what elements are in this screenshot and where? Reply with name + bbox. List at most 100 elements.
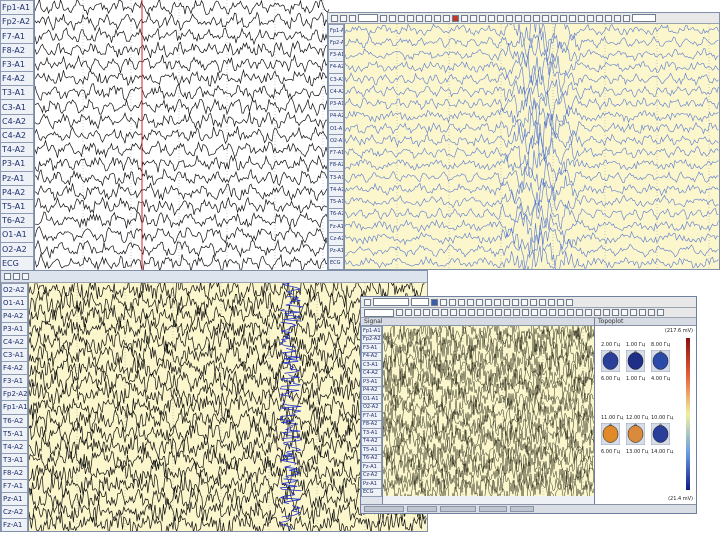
toolbar-button[interactable] (603, 309, 610, 316)
toolbar-field[interactable] (358, 14, 378, 22)
channel-label[interactable]: Pz-A1 (0, 170, 34, 186)
toolbar-button[interactable] (331, 14, 338, 22)
toolbar-button[interactable] (630, 309, 637, 316)
channel-label[interactable]: Fp1-A1 (328, 24, 344, 38)
channel-label[interactable]: T5-A1 (0, 198, 34, 215)
channel-label[interactable]: P3-A1 (0, 156, 34, 172)
channel-label[interactable]: ECG (328, 256, 344, 269)
toolbar-field[interactable] (364, 308, 394, 317)
toolbar-button[interactable] (349, 14, 356, 22)
channel-label[interactable]: O1-A1 (0, 227, 34, 243)
toolbar-button[interactable] (596, 14, 603, 22)
channel-label[interactable]: F3-A1 (0, 56, 34, 73)
toolbar-button[interactable] (657, 309, 664, 316)
toolbar-button[interactable] (542, 14, 549, 22)
toolbar-field[interactable] (373, 298, 409, 306)
status-tab[interactable] (479, 506, 507, 512)
channel-label[interactable]: O1-A1 (1, 296, 28, 311)
toolbar-button[interactable] (495, 309, 502, 316)
channel-label[interactable]: O2-A2 (0, 241, 34, 257)
channel-label[interactable]: T4-A2 (1, 439, 28, 454)
toolbar-button[interactable] (396, 309, 403, 316)
channel-label[interactable]: Fp1-A1 (0, 0, 34, 16)
head-topomap-icon[interactable] (650, 422, 671, 446)
channel-label[interactable]: P4-A2 (0, 184, 34, 200)
toolbar-button[interactable] (461, 14, 468, 22)
toolbar-button[interactable] (504, 309, 511, 316)
toolbar-button[interactable] (621, 309, 628, 316)
channel-label[interactable]: C4-A2 (1, 335, 28, 350)
status-tab[interactable] (440, 506, 476, 512)
toolbar-button[interactable] (468, 309, 475, 316)
channel-label[interactable]: Fp1-A1 (1, 400, 28, 415)
toolbar-button[interactable] (551, 14, 558, 22)
toolbar-button[interactable] (513, 309, 520, 316)
toolbar-button[interactable] (503, 298, 510, 306)
toolbar-button[interactable] (522, 309, 529, 316)
toolbar-button[interactable] (578, 14, 585, 22)
toolbar-button[interactable] (459, 309, 466, 316)
channel-label[interactable]: Fp2-A2 (0, 14, 34, 30)
toolbar-button[interactable] (485, 298, 492, 306)
toolbar-button[interactable] (477, 309, 484, 316)
toolbar-button[interactable] (4, 273, 11, 280)
status-tab[interactable] (407, 506, 437, 512)
toolbar-button[interactable] (521, 298, 528, 306)
channel-label[interactable]: C4-A2 (0, 127, 34, 144)
channel-label[interactable]: O2-A2 (1, 283, 28, 298)
channel-label[interactable]: ECG (0, 255, 34, 270)
channel-label[interactable]: F4-A2 (328, 60, 344, 74)
channel-label[interactable]: T6-A2 (0, 213, 34, 229)
toolbar-button[interactable] (434, 14, 441, 22)
head-topomap-icon[interactable] (625, 349, 646, 373)
channel-label[interactable]: F3-A1 (328, 48, 344, 62)
toolbar-button[interactable] (440, 298, 447, 306)
toolbar-button[interactable] (614, 14, 621, 22)
toolbar-button[interactable] (416, 14, 423, 22)
channel-label[interactable]: F8-A2 (328, 158, 344, 172)
toolbar-button[interactable] (488, 14, 495, 22)
channel-label[interactable]: T5-A1 (328, 195, 344, 209)
channel-label[interactable]: Fp2-A2 (328, 36, 344, 50)
channel-label[interactable]: Fp2-A2 (1, 387, 28, 402)
channel-label[interactable]: Fz-A1 (1, 517, 28, 531)
toolbar-button[interactable] (458, 298, 465, 306)
toolbar-button[interactable] (524, 14, 531, 22)
toolbar-button[interactable] (558, 309, 565, 316)
toolbar-button[interactable] (405, 309, 412, 316)
channel-label[interactable]: Pz-A1 (1, 491, 28, 506)
head-topomap-icon[interactable] (600, 349, 621, 373)
toolbar-button[interactable] (533, 14, 540, 22)
channel-label[interactable]: O1-A1 (328, 122, 344, 136)
head-topomap-icon[interactable] (650, 349, 671, 373)
status-tab[interactable] (510, 506, 534, 512)
record-button[interactable] (452, 14, 459, 22)
status-tab[interactable] (364, 506, 404, 512)
channel-label[interactable]: F7-A1 (1, 478, 28, 493)
toolbar-button[interactable] (515, 14, 522, 22)
toolbar-button[interactable] (364, 298, 371, 306)
toolbar-button[interactable] (432, 309, 439, 316)
toolbar-button[interactable] (530, 298, 537, 306)
channel-label[interactable]: F7-A1 (328, 146, 344, 160)
toolbar-button[interactable] (585, 309, 592, 316)
channel-label[interactable]: Cz-A2 (1, 504, 28, 519)
channel-label[interactable]: C3-A1 (1, 348, 28, 363)
channel-label[interactable]: F8-A2 (0, 42, 34, 58)
channel-label[interactable]: Fz-A1 (328, 220, 344, 234)
toolbar-button[interactable] (479, 14, 486, 22)
toolbar-button[interactable] (340, 14, 347, 22)
channel-label[interactable]: T4-A2 (0, 142, 34, 158)
toolbar-button[interactable] (612, 309, 619, 316)
toolbar-button[interactable] (566, 298, 573, 306)
toolbar-button[interactable] (569, 14, 576, 22)
toolbar-button[interactable] (467, 298, 474, 306)
toolbar-button[interactable] (497, 14, 504, 22)
channel-label[interactable]: C4-A2 (0, 113, 34, 129)
toolbar-button[interactable] (560, 14, 567, 22)
channel-label[interactable]: C3-A1 (328, 73, 344, 87)
channel-label[interactable]: F4-A2 (0, 71, 34, 87)
toolbar-button[interactable] (587, 14, 594, 22)
toolbar-button[interactable] (567, 309, 574, 316)
toolbar-button[interactable] (506, 14, 513, 22)
